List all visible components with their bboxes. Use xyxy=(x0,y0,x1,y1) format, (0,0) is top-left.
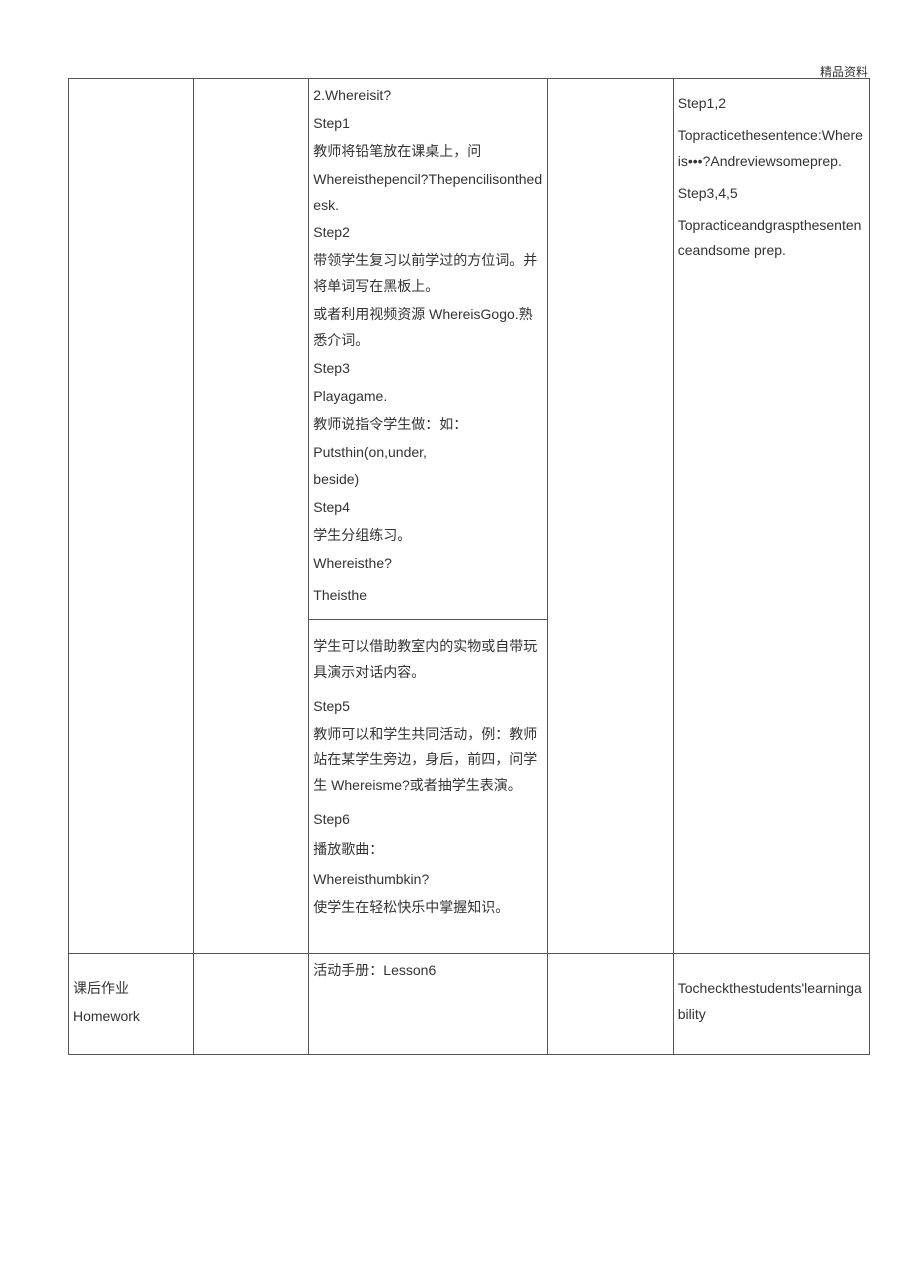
spacer xyxy=(678,958,865,976)
inner-row-divider xyxy=(309,619,546,620)
text-line: Step5 xyxy=(313,694,542,720)
spacer xyxy=(313,923,542,949)
cell-r2c1: 课后作业 Homework xyxy=(69,953,194,1054)
text-line: Homework xyxy=(73,1004,189,1030)
text-line: 带领学生复习以前学过的方位词。并将单词写在黑板上。 xyxy=(313,248,542,300)
text-line: 课后作业 xyxy=(73,976,189,1002)
text-line: Whereisthepencil?Thepencilisonthedesk. xyxy=(313,167,542,219)
text-line: 使学生在轻松快乐中掌握知识。 xyxy=(313,895,542,921)
text-line: 教师将铅笔放在课桌上，问 xyxy=(313,139,542,165)
text-line: Whereisthumbkin? xyxy=(313,867,542,893)
cell-r1c4 xyxy=(547,79,673,954)
text-line: Playagame. xyxy=(313,384,542,410)
spacer xyxy=(73,958,189,976)
text-line: 2.Whereisit? xyxy=(313,83,542,109)
text-line: Theisthe xyxy=(313,583,542,609)
text-line: Step1 xyxy=(313,111,542,137)
lesson-plan-table: 2.Whereisit? Step1 教师将铅笔放在课桌上，问 Whereist… xyxy=(68,78,870,1055)
text-line: 学生可以借助教室内的实物或自带玩具演示对话内容。 xyxy=(313,634,542,686)
text-line: Step2 xyxy=(313,220,542,246)
text-line: Step1,2 xyxy=(678,91,865,117)
header-label: 精品资料 xyxy=(820,62,868,84)
cell-r2c5: Tocheckthestudents'learningability xyxy=(673,953,869,1054)
text-line: beside) xyxy=(313,467,542,493)
table-row: 课后作业 Homework 活动手册：Lesson6 Tocheckthestu… xyxy=(69,953,870,1054)
document-page: 精品资料 2.Whereisit? Step1 教师将铅笔放在课桌上，问 Whe… xyxy=(0,0,920,1265)
text-line: 教师可以和学生共同活动，例：教师站在某学生旁边，身后，前四，问学生 Wherei… xyxy=(313,722,542,800)
cell-r2c4 xyxy=(547,953,673,1054)
cell-r1c5: Step1,2 Topracticethesentence:Whereis•••… xyxy=(673,79,869,954)
text-line: 或者利用视频资源 WhereisGogo.熟悉介词。 xyxy=(313,302,542,354)
text-line: 活动手册：Lesson6 xyxy=(313,958,542,984)
text-line: Step3,4,5 xyxy=(678,181,865,207)
spacer xyxy=(678,83,865,91)
text-line: Tocheckthestudents'learningability xyxy=(678,976,865,1028)
cell-r1c2 xyxy=(194,79,309,954)
text-line: Whereisthe? xyxy=(313,551,542,577)
cell-r1c1 xyxy=(69,79,194,954)
text-line: 学生分组练习。 xyxy=(313,523,542,549)
table-row: 2.Whereisit? Step1 教师将铅笔放在课桌上，问 Whereist… xyxy=(69,79,870,954)
text-line: Step4 xyxy=(313,495,542,521)
text-line: Putsthin(on,under, xyxy=(313,440,542,466)
text-line: Topracticeandgraspthesentenceandsome pre… xyxy=(678,213,865,265)
text-line: 播放歌曲： xyxy=(313,837,542,863)
text-line: Step3 xyxy=(313,356,542,382)
cell-r2c3: 活动手册：Lesson6 xyxy=(309,953,547,1054)
text-line: Step6 xyxy=(313,807,542,833)
cell-r2c2 xyxy=(194,953,309,1054)
cell-r1c3: 2.Whereisit? Step1 教师将铅笔放在课桌上，问 Whereist… xyxy=(309,79,547,954)
spacer xyxy=(73,1032,189,1050)
text-line: 教师说指令学生做：如： xyxy=(313,412,542,438)
text-line: Topracticethesentence:Whereis•••?Andrevi… xyxy=(678,123,865,175)
